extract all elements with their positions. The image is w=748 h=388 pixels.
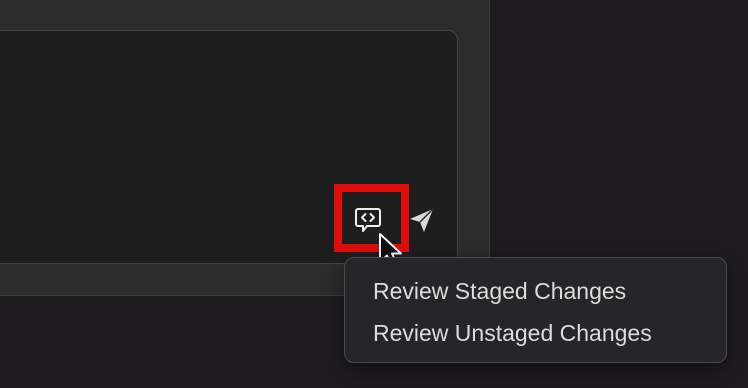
code-review-icon	[355, 208, 381, 232]
menu-item-review-unstaged[interactable]: Review Unstaged Changes	[345, 312, 726, 354]
review-changes-button[interactable]	[350, 203, 386, 237]
send-icon	[410, 208, 434, 232]
send-button[interactable]	[404, 203, 438, 237]
review-menu: Review Staged Changes Review Unstaged Ch…	[344, 257, 727, 363]
menu-item-review-staged[interactable]: Review Staged Changes	[345, 270, 726, 312]
chat-input-area[interactable]	[0, 30, 458, 264]
assistant-panel	[0, 0, 490, 296]
